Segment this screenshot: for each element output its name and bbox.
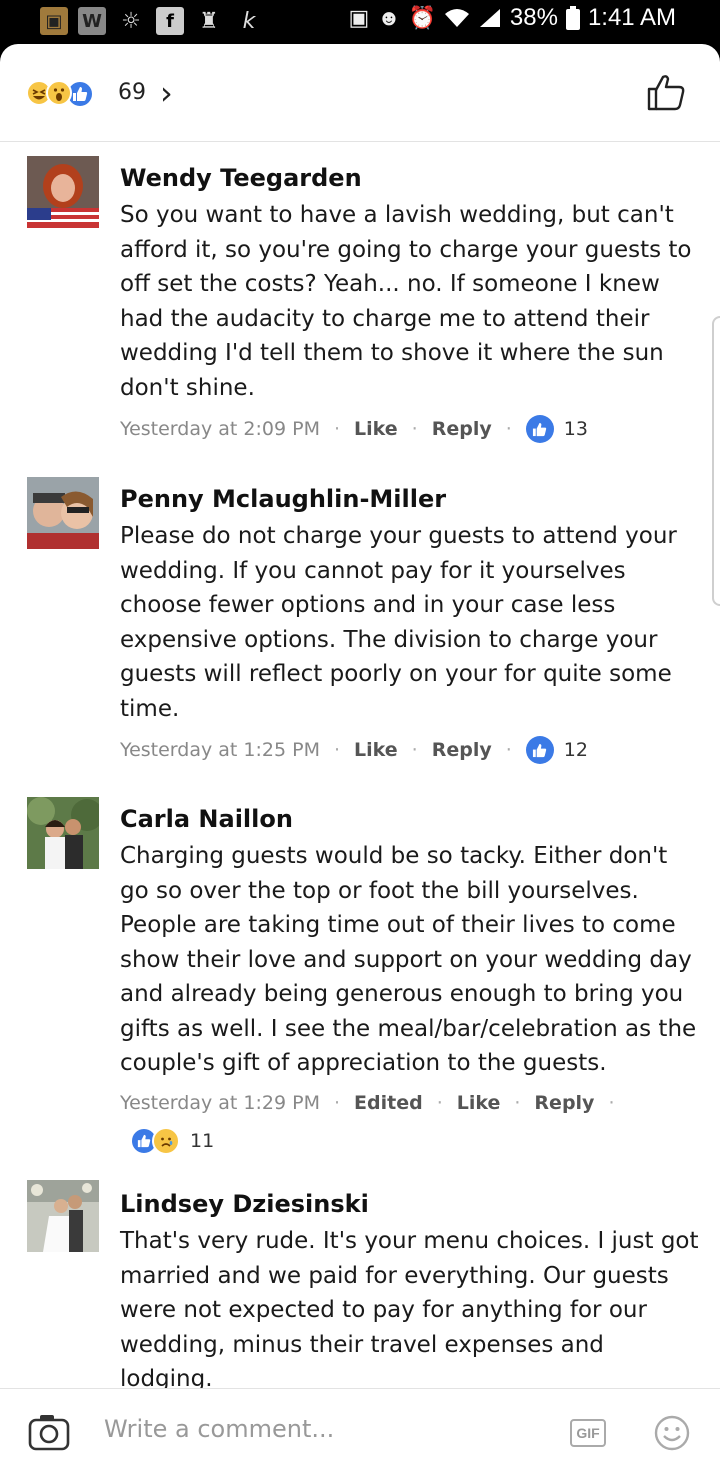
comment-text: So you want to have a lavish wedding, bu… <box>120 202 692 401</box>
person-icon: ♜ <box>199 8 219 34</box>
avatar[interactable] <box>27 797 99 869</box>
comment-meta: Yesterday at 1:29 PM · Edited · Like · R… <box>120 1088 628 1118</box>
timestamp[interactable]: Yesterday at 1:29 PM <box>120 1092 320 1114</box>
separator: · <box>333 739 341 761</box>
system-icons: ▣ ☻ ⏰ 38% 1:41 AM <box>349 4 676 32</box>
commenter-name[interactable]: Penny Mclaughlin-Miller <box>120 485 446 513</box>
facebook-icon: f <box>156 7 184 35</box>
app-icon: ▣ <box>40 7 68 35</box>
reactions-header[interactable]: 69 › <box>0 44 720 142</box>
comments-sheet: 69 › Wendy Teegarden So you want to have… <box>0 44 720 1480</box>
separator: · <box>505 418 512 440</box>
timestamp[interactable]: Yesterday at 1:25 PM <box>120 739 320 761</box>
battery-icon <box>565 6 580 30</box>
commenter-name[interactable]: Carla Naillon <box>120 805 293 833</box>
comment-text: Charging guests would be so tacky. Eithe… <box>120 843 697 1076</box>
word-icon: W <box>78 7 106 35</box>
timestamp[interactable]: Yesterday at 2:09 PM <box>120 418 320 440</box>
thumbs-up-icon[interactable] <box>646 72 686 112</box>
reaction-count: 11 <box>190 1130 215 1152</box>
separator: · <box>411 739 418 761</box>
comment-input[interactable]: Write a comment... <box>104 1415 334 1443</box>
gif-button[interactable]: GIF <box>570 1419 606 1447</box>
avatar[interactable] <box>27 156 99 228</box>
reaction-count[interactable]: 12 <box>564 739 588 761</box>
like-icon[interactable] <box>525 415 554 443</box>
like-link[interactable]: Like <box>457 1092 501 1114</box>
wow-icon <box>46 80 72 106</box>
sun-icon: ☼ <box>121 8 141 34</box>
comment-text: Please do not charge your guests to atte… <box>120 523 677 722</box>
commenter-name[interactable]: Wendy Teegarden <box>120 164 362 192</box>
sad-icon <box>152 1127 180 1155</box>
like-icon[interactable] <box>525 736 554 764</box>
scroll-indicator <box>712 316 720 606</box>
separator: · <box>608 1092 615 1114</box>
notification-icons: ▣ W ☼ f ♜ k <box>40 6 264 36</box>
clock: 1:41 AM <box>587 4 676 31</box>
like-link[interactable]: Like <box>354 739 398 761</box>
status-bar: ▣ W ☼ f ♜ k ▣ ☻ ⏰ 38% 1:41 AM <box>0 0 720 44</box>
separator: · <box>514 1092 521 1114</box>
comment-text: That's very rude. It's your menu choices… <box>120 1228 699 1392</box>
separator: · <box>333 418 341 440</box>
k-icon: k <box>242 8 256 34</box>
person-badge-icon: ☻ <box>377 5 401 30</box>
alarm-icon: ⏰ <box>408 5 436 30</box>
separator: · <box>436 1092 443 1114</box>
separator: · <box>505 739 512 761</box>
wifi-icon <box>444 9 469 27</box>
reply-link[interactable]: Reply <box>432 739 492 761</box>
commenter-name[interactable]: Lindsey Dziesinski <box>120 1190 369 1218</box>
like-link[interactable]: Like <box>354 418 398 440</box>
comment-reactions[interactable]: 11 <box>130 1125 214 1157</box>
separator: · <box>411 418 418 440</box>
comment-meta: Yesterday at 2:09 PM · Like · Reply · 13 <box>120 414 588 444</box>
chevron-right-icon: › <box>160 74 173 112</box>
sticker-icon[interactable] <box>654 1415 690 1451</box>
battery-percent: 38% <box>509 4 558 31</box>
reaction-count: 69 <box>118 80 146 105</box>
avatar[interactable] <box>27 1180 99 1252</box>
signal-icon <box>479 9 500 27</box>
edited-label[interactable]: Edited <box>354 1092 423 1114</box>
comment-meta: Yesterday at 1:25 PM · Like · Reply · 12 <box>120 735 588 765</box>
camera-icon[interactable] <box>28 1413 70 1451</box>
separator: · <box>333 1092 341 1114</box>
comment-composer: Write a comment... GIF <box>0 1388 720 1480</box>
reply-link[interactable]: Reply <box>534 1092 594 1114</box>
avatar[interactable] <box>27 477 99 549</box>
reply-link[interactable]: Reply <box>432 418 492 440</box>
reaction-icons <box>26 80 94 108</box>
reaction-count[interactable]: 13 <box>564 418 588 440</box>
vpn-icon: ▣ <box>348 5 370 30</box>
